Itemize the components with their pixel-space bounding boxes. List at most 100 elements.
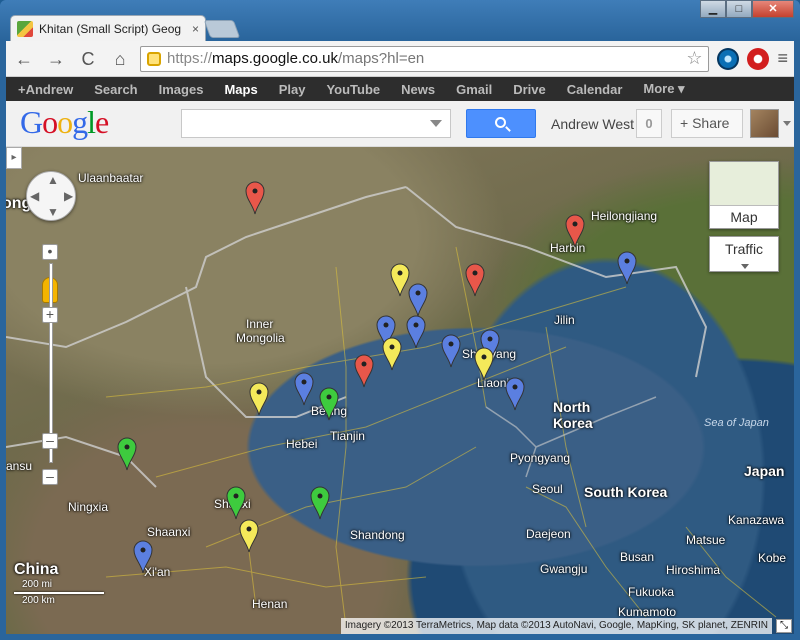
map-type-label: Map bbox=[730, 209, 758, 225]
map-overlay-lines bbox=[6, 186, 777, 628]
map-marker[interactable] bbox=[354, 354, 374, 388]
label-ulaanbaatar: Ulaanbaatar bbox=[78, 171, 144, 185]
gbar-item-andrew[interactable]: +Andrew bbox=[18, 82, 73, 97]
gbar-item-gmail[interactable]: Gmail bbox=[456, 82, 492, 97]
extension-block-icon[interactable] bbox=[747, 47, 770, 70]
logo-letter: g bbox=[72, 104, 88, 140]
gbar-item-calendar[interactable]: Calendar bbox=[567, 82, 623, 97]
label-matsue: Matsue bbox=[686, 533, 726, 547]
map-marker[interactable] bbox=[408, 283, 428, 317]
extension-eye-icon[interactable] bbox=[717, 47, 740, 70]
google-maps-favicon-icon bbox=[17, 20, 33, 37]
label-inner-mongolia-1: Inner bbox=[246, 317, 274, 331]
label-busan: Busan bbox=[620, 550, 655, 564]
gbar-item-news[interactable]: News bbox=[401, 82, 435, 97]
gbar-item-drive[interactable]: Drive bbox=[513, 82, 546, 97]
pan-left-icon[interactable]: ◀ bbox=[30, 189, 39, 203]
expand-map-icon[interactable]: ⤡ bbox=[776, 619, 792, 633]
traffic-label: Traffic bbox=[724, 241, 764, 257]
reload-icon[interactable]: C bbox=[76, 47, 100, 71]
url-host: maps.google.co.uk bbox=[212, 50, 338, 67]
label-henan: Henan bbox=[252, 597, 288, 611]
label-daejeon: Daejeon bbox=[526, 527, 571, 541]
lock-icon bbox=[147, 51, 161, 66]
search-icon bbox=[495, 117, 506, 128]
map-marker[interactable] bbox=[406, 315, 426, 349]
map-marker[interactable] bbox=[310, 486, 330, 520]
gbar-item-play[interactable]: Play bbox=[279, 82, 306, 97]
zoom-slider[interactable] bbox=[44, 243, 58, 489]
close-button[interactable]: ✕ bbox=[752, 0, 794, 18]
address-bar[interactable]: https://maps.google.co.uk/maps?hl=en ☆ bbox=[140, 45, 710, 72]
gbar-item-youtube[interactable]: YouTube bbox=[326, 82, 380, 97]
label-hebei: Hebei bbox=[286, 437, 318, 451]
gbar-item-images[interactable]: Images bbox=[159, 82, 204, 97]
map-canvas[interactable]: ▸ Ulaanbaatar ongo Heilongjiang Harbin I… bbox=[6, 147, 794, 634]
gbar-item-maps[interactable]: Maps bbox=[224, 82, 257, 97]
pan-right-icon[interactable]: ▶ bbox=[64, 189, 73, 203]
map-marker[interactable] bbox=[249, 382, 269, 416]
avatar-dropdown-icon[interactable] bbox=[783, 121, 791, 126]
logo-letter: o bbox=[57, 104, 73, 140]
label-tianjin: Tianjin bbox=[330, 429, 365, 443]
search-dropdown-icon[interactable] bbox=[430, 120, 442, 127]
map-marker[interactable] bbox=[239, 519, 259, 553]
tab-close-icon[interactable]: × bbox=[192, 22, 199, 36]
map-marker[interactable] bbox=[382, 337, 402, 371]
map-marker[interactable] bbox=[505, 377, 525, 411]
search-button[interactable] bbox=[466, 109, 536, 138]
map-type-button[interactable]: Map bbox=[709, 161, 779, 229]
back-icon[interactable]: ← bbox=[12, 47, 36, 71]
pan-up-icon[interactable]: ▲ bbox=[47, 173, 59, 187]
chrome-menu-icon[interactable]: ≡ bbox=[777, 48, 788, 69]
map-marker[interactable] bbox=[245, 181, 265, 215]
tab-active[interactable]: Khitan (Small Script) Geog × bbox=[10, 15, 206, 41]
label-pyongyang: Pyongyang bbox=[510, 451, 571, 465]
map-marker[interactable] bbox=[565, 214, 585, 248]
scale-bar: 200 mi 200 km bbox=[14, 579, 106, 607]
traffic-button[interactable]: Traffic bbox=[709, 236, 779, 272]
map-marker[interactable] bbox=[294, 372, 314, 406]
maximize-button[interactable]: □ bbox=[726, 0, 752, 18]
url-text[interactable]: https://maps.google.co.uk/maps?hl=en bbox=[167, 50, 680, 67]
notification-count[interactable]: 0 bbox=[636, 109, 662, 138]
avatar[interactable] bbox=[750, 109, 779, 138]
user-name[interactable]: Andrew West bbox=[551, 116, 634, 132]
map-marker[interactable] bbox=[441, 334, 461, 368]
map-marker[interactable] bbox=[226, 486, 246, 520]
zoom-out-button[interactable]: – bbox=[42, 469, 58, 485]
gbar-item-more[interactable]: More ▾ bbox=[643, 81, 684, 97]
map-marker[interactable] bbox=[390, 263, 410, 297]
google-logo[interactable]: Google bbox=[20, 104, 109, 141]
map-marker[interactable] bbox=[319, 387, 339, 421]
share-button[interactable]: + Share bbox=[671, 109, 743, 138]
bookmark-star-icon[interactable]: ☆ bbox=[686, 48, 702, 69]
pan-down-icon[interactable]: ▼ bbox=[47, 205, 59, 219]
logo-letter: G bbox=[20, 104, 43, 140]
label-north-korea-2: Korea bbox=[553, 415, 593, 431]
pan-control[interactable]: ▲ ▼ ◀ ▶ bbox=[26, 171, 76, 221]
label-kobe: Kobe bbox=[758, 551, 787, 565]
zoom-in-button[interactable]: + bbox=[42, 307, 58, 323]
map-marker[interactable] bbox=[465, 263, 485, 297]
search-box[interactable] bbox=[181, 109, 451, 138]
label-japan: Japan bbox=[744, 463, 785, 479]
scale-km: 200 km bbox=[22, 595, 55, 606]
map-marker[interactable] bbox=[133, 540, 153, 574]
map-marker[interactable] bbox=[617, 251, 637, 285]
search-input[interactable] bbox=[182, 110, 412, 137]
collapse-panel-button[interactable]: ▸ bbox=[6, 147, 22, 169]
zoom-handle[interactable]: – bbox=[42, 433, 58, 449]
map-marker[interactable] bbox=[474, 347, 494, 381]
google-nav-bar: +Andrew Search Images Maps Play YouTube News Gm… bbox=[6, 77, 794, 101]
map-marker[interactable] bbox=[117, 437, 137, 471]
new-tab-button[interactable] bbox=[203, 20, 241, 38]
label-shandong: Shandong bbox=[350, 528, 405, 542]
gbar-item-search[interactable]: Search bbox=[94, 82, 137, 97]
label-hiroshima: Hiroshima bbox=[666, 563, 721, 577]
scale-miles: 200 mi bbox=[22, 579, 53, 590]
forward-icon[interactable]: → bbox=[44, 47, 68, 71]
tab-title: Khitan (Small Script) Geog bbox=[39, 21, 182, 36]
home-icon[interactable]: ⌂ bbox=[108, 47, 132, 71]
minimize-button[interactable]: ▁ bbox=[700, 0, 726, 18]
